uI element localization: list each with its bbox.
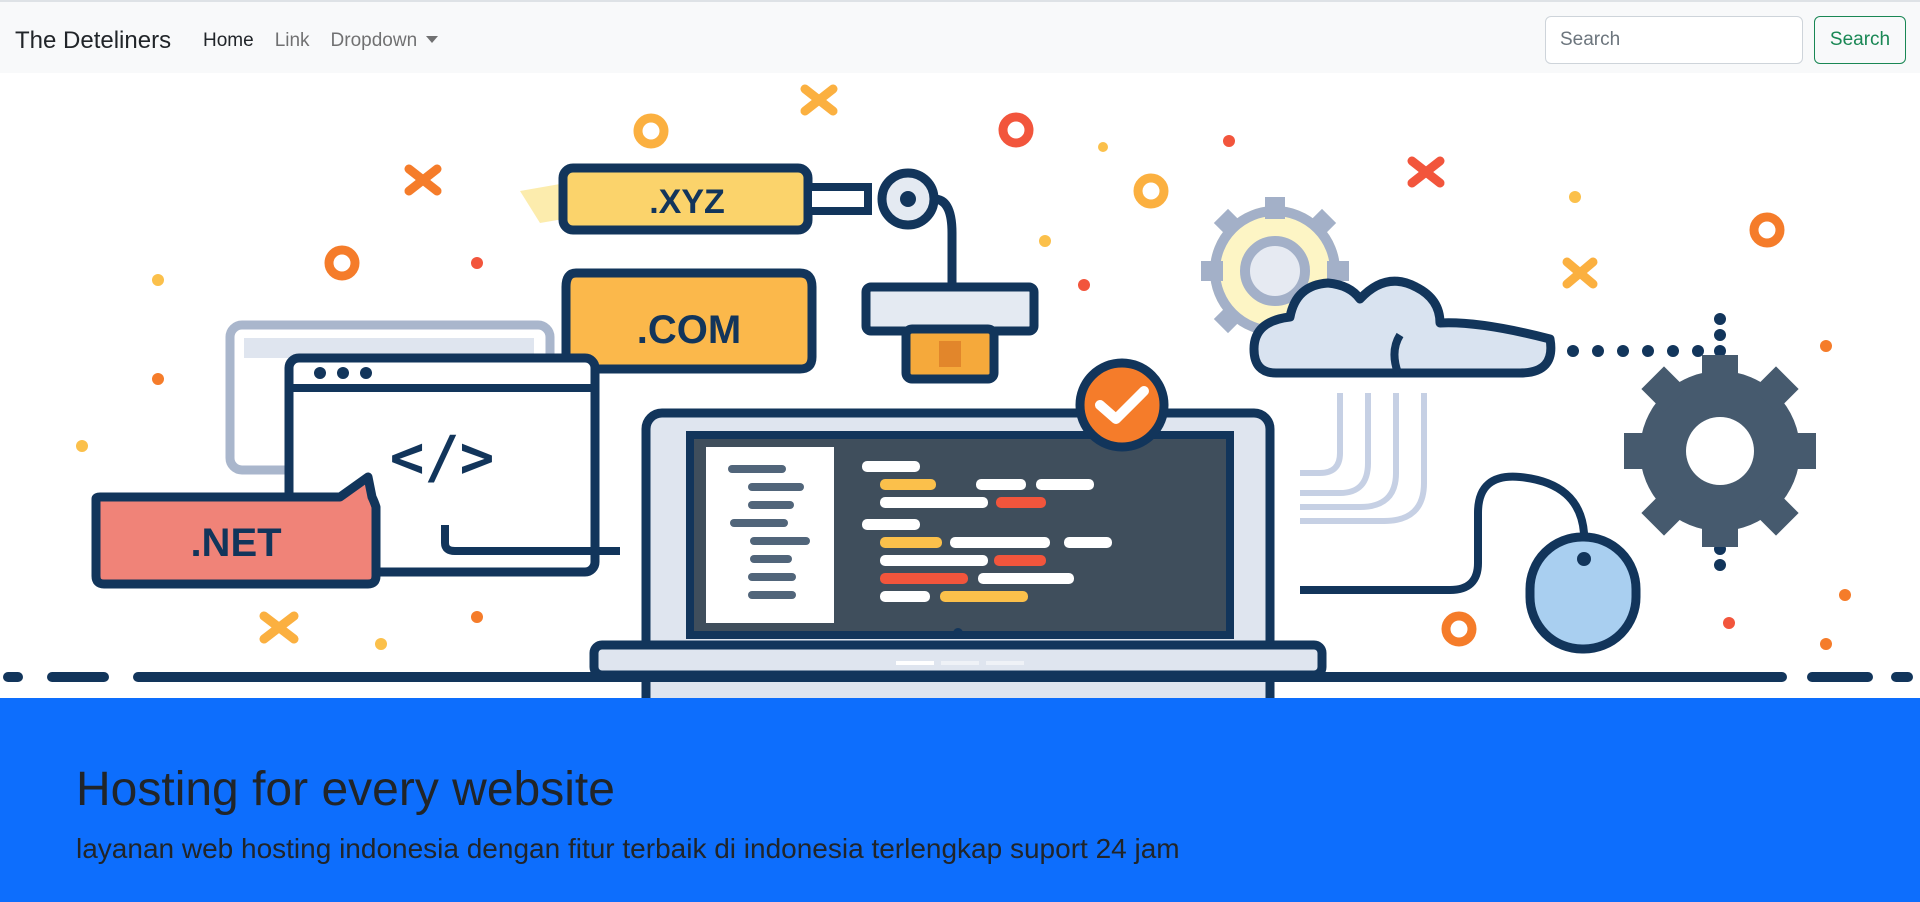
- nav-dropdown[interactable]: Dropdown: [331, 29, 439, 53]
- check-badge-icon: [1075, 358, 1169, 452]
- caret-down-icon: [426, 35, 439, 43]
- hosting-illustration: .XYZ .COM </> .NET: [3, 84, 1913, 698]
- net-label: .NET: [190, 521, 281, 565]
- dark-gear-icon: [1624, 355, 1816, 547]
- carousel-indicators: [896, 661, 1024, 665]
- navbar-brand[interactable]: The Deteliners: [15, 26, 171, 56]
- nav-links: Home Link Dropdown: [203, 29, 439, 53]
- nav-dropdown-label: Dropdown: [330, 30, 418, 51]
- jumbotron-title: Hosting for every website: [76, 763, 615, 816]
- carousel-indicator-2[interactable]: [941, 661, 979, 665]
- nav-link-link[interactable]: Link: [275, 29, 310, 53]
- navbar: The Deteliners Home Link Dropdown Search: [0, 0, 1920, 73]
- nav-link-home[interactable]: Home: [203, 29, 254, 53]
- search-input[interactable]: [1545, 16, 1803, 64]
- hero-carousel: .XYZ .COM </> .NET: [0, 73, 1920, 698]
- code-icon: </>: [390, 423, 495, 491]
- search-button[interactable]: Search: [1814, 16, 1906, 64]
- carousel-indicator-3[interactable]: [986, 661, 1024, 665]
- com-label: .COM: [637, 308, 741, 352]
- jumbotron-text: layanan web hosting indonesia dengan fit…: [76, 833, 1180, 864]
- jumbotron: Hosting for every website layanan web ho…: [0, 698, 1920, 902]
- carousel-indicator-1[interactable]: [896, 661, 934, 665]
- xyz-label: .XYZ: [649, 183, 725, 221]
- net-tag: .NET: [91, 472, 381, 589]
- laptop-icon: [589, 358, 1327, 698]
